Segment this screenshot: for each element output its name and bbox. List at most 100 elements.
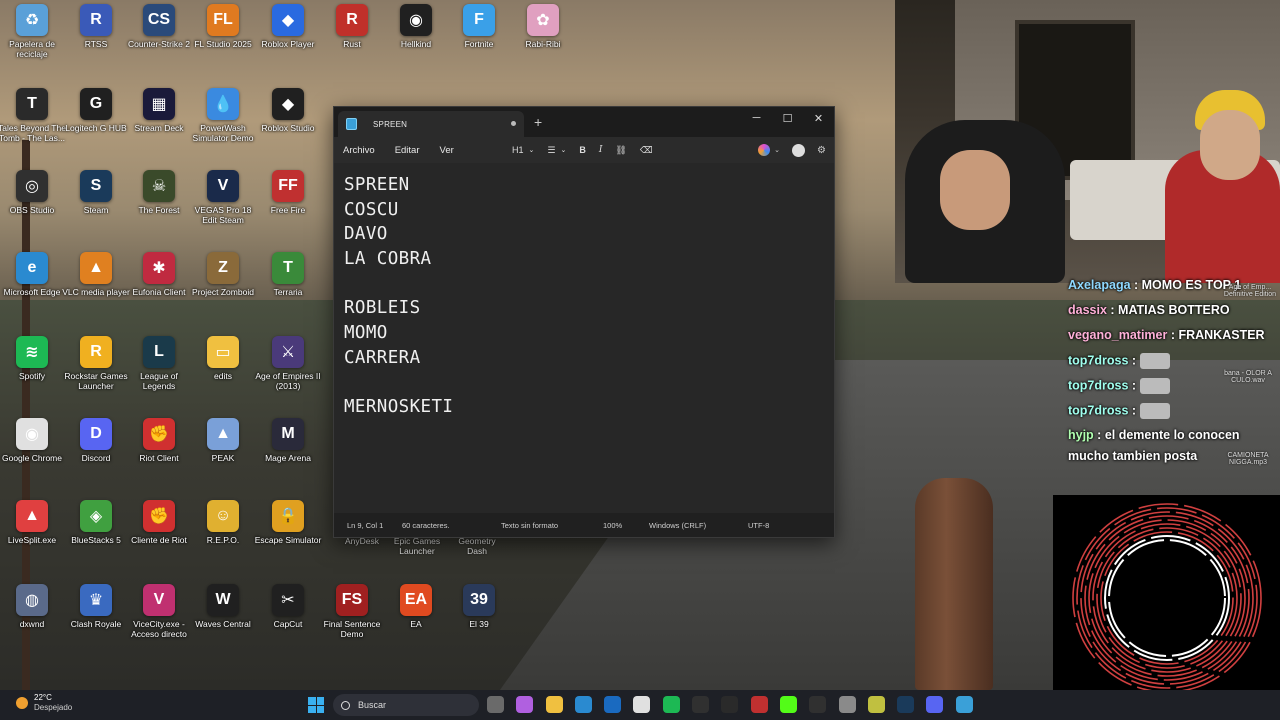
discord-icon[interactable] bbox=[926, 696, 944, 713]
notepad-tab[interactable]: SPREEN bbox=[338, 111, 524, 137]
copilot-icon[interactable] bbox=[758, 144, 771, 156]
desktop-icon[interactable]: e Microsoft Edge bbox=[0, 252, 64, 332]
desktop-icon[interactable]: T Tales Beyond The Tomb - The Las... bbox=[0, 88, 66, 168]
desktop-icon[interactable]: 39 El 39 bbox=[447, 584, 511, 664]
desktop-icon[interactable]: ▲ PEAK bbox=[191, 418, 255, 498]
editor-line[interactable]: LA COBRA bbox=[344, 247, 824, 272]
desktop-icon[interactable]: ⚔ Age of Empires II (2013) bbox=[255, 336, 321, 416]
maximize-icon[interactable]: ☐ bbox=[772, 107, 803, 129]
desktop-icon[interactable]: ♻ Papelera de reciclaje bbox=[0, 4, 64, 84]
file-explorer-icon[interactable] bbox=[545, 696, 563, 713]
editor-line[interactable]: MERNOSKETI bbox=[344, 395, 824, 420]
edge-icon[interactable] bbox=[574, 696, 592, 713]
desktop-icon[interactable]: FL FL Studio 2025 bbox=[191, 4, 255, 84]
heading-button[interactable]: H1 bbox=[512, 145, 524, 155]
editor-line[interactable] bbox=[344, 371, 824, 396]
obs-icon[interactable] bbox=[721, 696, 739, 713]
desktop-icon[interactable]: ▭ edits bbox=[191, 336, 255, 416]
desktop-icon[interactable]: ✊ Riot Client bbox=[127, 418, 191, 498]
status-encoding[interactable]: UTF-8 bbox=[748, 521, 769, 530]
copilot-app-icon[interactable] bbox=[516, 696, 534, 713]
kick-icon[interactable] bbox=[779, 696, 797, 713]
desktop-icon[interactable]: W Waves Central bbox=[191, 584, 255, 664]
status-line-ending[interactable]: Windows (CRLF) bbox=[649, 521, 706, 530]
settings-gear-icon[interactable]: ⚙ bbox=[817, 145, 826, 156]
desktop-icon[interactable]: ◍ dxwnd bbox=[0, 584, 64, 664]
list-button[interactable]: ☰ bbox=[547, 145, 555, 156]
menu-editar[interactable]: Editar bbox=[395, 145, 420, 156]
desktop-icon[interactable]: V ViceCity.exe - Acceso directo bbox=[127, 584, 191, 664]
desktop-icon[interactable]: Z Project Zomboid bbox=[191, 252, 255, 332]
desktop-icon[interactable]: FF Free Fire bbox=[256, 170, 320, 250]
unsaved-dot-icon[interactable] bbox=[511, 121, 516, 126]
text-editor[interactable]: SPREEN COSCU DAVO LA COBRA ROBLEIS MOMO CARRER… bbox=[334, 163, 834, 513]
desktop-icon[interactable]: 🔒 Escape Simulator bbox=[255, 500, 321, 580]
menu-ver[interactable]: Ver bbox=[440, 145, 454, 156]
editor-line[interactable]: MOMO bbox=[344, 321, 824, 346]
desktop-icon[interactable]: ♛ Clash Royale bbox=[64, 584, 128, 664]
desktop-icon[interactable]: ◉ Hellkind bbox=[384, 4, 448, 84]
weather-widget[interactable]: 22°C Despejado bbox=[16, 693, 72, 713]
desktop-icon[interactable]: ◎ OBS Studio bbox=[0, 170, 64, 250]
bold-button[interactable]: B bbox=[579, 145, 586, 155]
desktop-icon[interactable]: EA EA bbox=[384, 584, 448, 664]
account-avatar-icon[interactable] bbox=[792, 143, 806, 157]
desktop-icon[interactable]: L League of Legends bbox=[127, 336, 191, 416]
logitech-icon[interactable] bbox=[692, 696, 710, 713]
link-button[interactable]: ⛓ bbox=[615, 145, 626, 156]
desktop-icon[interactable]: T Terraria bbox=[256, 252, 320, 332]
desktop-icon[interactable]: ✿ Rabi-Ribi bbox=[511, 4, 575, 84]
notepad-window[interactable]: SPREEN + ─ ☐ ✕ Archivo Editar Ver H1 ⌄ ☰… bbox=[333, 106, 835, 538]
desktop-icon[interactable]: ✊ Cliente de Riot bbox=[127, 500, 191, 580]
italic-button[interactable]: I bbox=[599, 145, 603, 155]
minimize-icon[interactable]: ─ bbox=[741, 107, 772, 129]
chevron-down-icon[interactable]: ⌄ bbox=[774, 146, 780, 154]
notepad-titlebar[interactable]: SPREEN + ─ ☐ ✕ bbox=[334, 107, 834, 137]
desktop-icon[interactable]: R Rockstar Games Launcher bbox=[64, 336, 128, 416]
editor-line[interactable]: ROBLEIS bbox=[344, 296, 824, 321]
desktop-icon[interactable]: 💧 PowerWash Simulator Demo bbox=[191, 88, 255, 168]
taskbar-search[interactable]: Buscar bbox=[333, 694, 479, 716]
desktop-icon[interactable]: ◉ Google Chrome bbox=[0, 418, 64, 498]
desktop-icon[interactable]: ≋ Spotify bbox=[0, 336, 64, 416]
editor-line[interactable]: DAVO bbox=[344, 222, 824, 247]
desktop-icon[interactable]: D Discord bbox=[64, 418, 128, 498]
spotify-icon[interactable] bbox=[662, 696, 680, 713]
desktop-icon[interactable]: ☠ The Forest bbox=[127, 170, 191, 250]
chrome-icon[interactable] bbox=[633, 696, 651, 713]
desktop-icon[interactable]: ✱ Eufonia Client bbox=[127, 252, 191, 332]
desktop-icon[interactable]: ◆ Roblox Player bbox=[256, 4, 320, 84]
desktop-icon[interactable]: ▦ Stream Deck bbox=[127, 88, 191, 168]
desktop-icon[interactable]: ▲ LiveSplit.exe bbox=[0, 500, 64, 580]
desktop-icon[interactable]: F Fortnite bbox=[447, 4, 511, 84]
desktop-icon[interactable]: CS Counter-Strike 2 bbox=[127, 4, 191, 84]
desktop-icon[interactable]: R Rust bbox=[320, 4, 384, 84]
desktop-icon[interactable]: ☺ R.E.P.O. bbox=[191, 500, 255, 580]
desktop-icon[interactable]: ▲ VLC media player bbox=[62, 252, 130, 332]
steam-icon[interactable] bbox=[897, 696, 915, 713]
status-format[interactable]: Texto sin formato bbox=[501, 521, 558, 530]
notepad-taskbar-icon[interactable] bbox=[955, 696, 973, 713]
editor-line[interactable]: CARRERA bbox=[344, 346, 824, 371]
desktop-icon[interactable]: S Steam bbox=[64, 170, 128, 250]
status-zoom[interactable]: 100% bbox=[603, 521, 622, 530]
editor-line[interactable] bbox=[344, 272, 824, 297]
desktop-icon[interactable]: ✂ CapCut bbox=[256, 584, 320, 664]
desktop-icon[interactable]: ◈ BlueStacks 5 bbox=[64, 500, 128, 580]
close-icon[interactable]: ✕ bbox=[803, 107, 834, 129]
app-icon[interactable] bbox=[867, 696, 885, 713]
desktop-icon[interactable]: V VEGAS Pro 18 Edit Steam bbox=[191, 170, 255, 250]
chevron-down-icon[interactable]: ⌄ bbox=[529, 146, 535, 154]
voicemod-icon[interactable] bbox=[750, 696, 768, 713]
clear-format-button[interactable]: ⌫ bbox=[640, 145, 653, 156]
stream-deck-icon[interactable] bbox=[809, 696, 827, 713]
desktop-icon[interactable]: M Mage Arena bbox=[256, 418, 320, 498]
desktop-icon[interactable]: G Logitech G HUB bbox=[64, 88, 128, 168]
chevron-down-icon[interactable]: ⌄ bbox=[560, 146, 566, 154]
start-button-icon[interactable] bbox=[308, 697, 324, 713]
outlook-icon[interactable] bbox=[604, 696, 622, 713]
desktop-icon[interactable]: R RTSS bbox=[64, 4, 128, 84]
menu-archivo[interactable]: Archivo bbox=[343, 145, 375, 156]
new-tab-button[interactable]: + bbox=[534, 114, 542, 130]
editor-line[interactable]: SPREEN bbox=[344, 173, 824, 198]
